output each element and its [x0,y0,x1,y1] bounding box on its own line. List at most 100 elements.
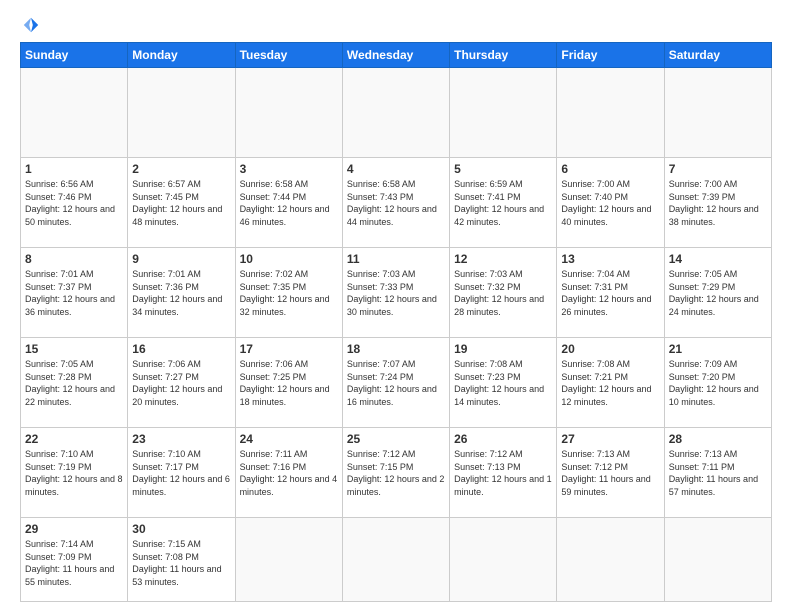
day-number: 26 [454,432,552,446]
table-row: 16 Sunrise: 7:06 AMSunset: 7:27 PMDayligh… [128,338,235,428]
day-number: 6 [561,162,659,176]
cell-daylight-info: Sunrise: 7:00 AMSunset: 7:40 PMDaylight:… [561,178,659,228]
day-number: 16 [132,342,230,356]
day-number: 21 [669,342,767,356]
table-row [235,518,342,602]
table-row: 3 Sunrise: 6:58 AMSunset: 7:44 PMDaylight… [235,158,342,248]
col-wednesday: Wednesday [342,43,449,68]
col-sunday: Sunday [21,43,128,68]
cell-daylight-info: Sunrise: 6:58 AMSunset: 7:43 PMDaylight:… [347,178,445,228]
day-number: 9 [132,252,230,266]
day-number: 11 [347,252,445,266]
header [20,16,772,34]
cell-daylight-info: Sunrise: 7:09 AMSunset: 7:20 PMDaylight:… [669,358,767,408]
table-row: 23 Sunrise: 7:10 AMSunset: 7:17 PMDayligh… [128,428,235,518]
calendar-header-row: Sunday Monday Tuesday Wednesday Thursday… [21,43,772,68]
table-row: 21 Sunrise: 7:09 AMSunset: 7:20 PMDayligh… [664,338,771,428]
table-row: 28 Sunrise: 7:13 AMSunset: 7:11 PMDayligh… [664,428,771,518]
cell-daylight-info: Sunrise: 6:56 AMSunset: 7:46 PMDaylight:… [25,178,123,228]
table-row: 4 Sunrise: 6:58 AMSunset: 7:43 PMDaylight… [342,158,449,248]
day-number: 20 [561,342,659,356]
day-number: 12 [454,252,552,266]
cell-daylight-info: Sunrise: 7:14 AMSunset: 7:09 PMDaylight:… [25,538,123,588]
table-row: 11 Sunrise: 7:03 AMSunset: 7:33 PMDayligh… [342,248,449,338]
table-row: 8 Sunrise: 7:01 AMSunset: 7:37 PMDaylight… [21,248,128,338]
table-row: 18 Sunrise: 7:07 AMSunset: 7:24 PMDayligh… [342,338,449,428]
cell-daylight-info: Sunrise: 7:05 AMSunset: 7:28 PMDaylight:… [25,358,123,408]
table-row [342,68,449,158]
logo-icon [22,16,40,34]
table-row [557,68,664,158]
day-number: 8 [25,252,123,266]
table-row: 7Sunrise: 7:00 AMSunset: 7:39 PMDaylight… [664,158,771,248]
col-monday: Monday [128,43,235,68]
table-row: 19 Sunrise: 7:08 AMSunset: 7:23 PMDayligh… [450,338,557,428]
cell-daylight-info: Sunrise: 6:58 AMSunset: 7:44 PMDaylight:… [240,178,338,228]
cell-daylight-info: Sunrise: 7:03 AMSunset: 7:32 PMDaylight:… [454,268,552,318]
day-number: 17 [240,342,338,356]
col-friday: Friday [557,43,664,68]
cell-daylight-info: Sunrise: 7:00 AMSunset: 7:39 PMDaylight:… [669,178,767,228]
cell-daylight-info: Sunrise: 7:05 AMSunset: 7:29 PMDaylight:… [669,268,767,318]
day-number: 13 [561,252,659,266]
table-row: 13 Sunrise: 7:04 AMSunset: 7:31 PMDayligh… [557,248,664,338]
cell-daylight-info: Sunrise: 7:13 AMSunset: 7:12 PMDaylight:… [561,448,659,498]
cell-daylight-info: Sunrise: 7:07 AMSunset: 7:24 PMDaylight:… [347,358,445,408]
day-number: 25 [347,432,445,446]
cell-daylight-info: Sunrise: 7:06 AMSunset: 7:25 PMDaylight:… [240,358,338,408]
table-row: 24 Sunrise: 7:11 AMSunset: 7:16 PMDayligh… [235,428,342,518]
cell-daylight-info: Sunrise: 7:08 AMSunset: 7:21 PMDaylight:… [561,358,659,408]
cell-daylight-info: Sunrise: 7:03 AMSunset: 7:33 PMDaylight:… [347,268,445,318]
table-row: 5Sunrise: 6:59 AMSunset: 7:41 PMDaylight… [450,158,557,248]
table-row: 17 Sunrise: 7:06 AMSunset: 7:25 PMDayligh… [235,338,342,428]
table-row: 22Sunrise: 7:10 AMSunset: 7:19 PMDayligh… [21,428,128,518]
cell-daylight-info: Sunrise: 7:13 AMSunset: 7:11 PMDaylight:… [669,448,767,498]
table-row: 27Sunrise: 7:13 AMSunset: 7:12 PMDayligh… [557,428,664,518]
day-number: 22 [25,432,123,446]
day-number: 23 [132,432,230,446]
table-row [450,68,557,158]
day-number: 3 [240,162,338,176]
day-number: 10 [240,252,338,266]
cell-daylight-info: Sunrise: 7:01 AMSunset: 7:37 PMDaylight:… [25,268,123,318]
table-row: 25 Sunrise: 7:12 AMSunset: 7:15 PMDayligh… [342,428,449,518]
cell-daylight-info: Sunrise: 7:08 AMSunset: 7:23 PMDaylight:… [454,358,552,408]
col-thursday: Thursday [450,43,557,68]
day-number: 18 [347,342,445,356]
day-number: 29 [25,522,123,536]
table-row [664,518,771,602]
table-row: 29 Sunrise: 7:14 AMSunset: 7:09 PMDayligh… [21,518,128,602]
table-row [450,518,557,602]
cell-daylight-info: Sunrise: 7:12 AMSunset: 7:15 PMDaylight:… [347,448,445,498]
col-tuesday: Tuesday [235,43,342,68]
day-number: 1 [25,162,123,176]
cell-daylight-info: Sunrise: 7:06 AMSunset: 7:27 PMDaylight:… [132,358,230,408]
day-number: 15 [25,342,123,356]
table-row: 2Sunrise: 6:57 AMSunset: 7:45 PMDaylight… [128,158,235,248]
table-row [21,68,128,158]
table-row [235,68,342,158]
day-number: 28 [669,432,767,446]
day-number: 14 [669,252,767,266]
day-number: 24 [240,432,338,446]
table-row: 15 Sunrise: 7:05 AMSunset: 7:28 PMDayligh… [21,338,128,428]
cell-daylight-info: Sunrise: 6:57 AMSunset: 7:45 PMDaylight:… [132,178,230,228]
cell-daylight-info: Sunrise: 7:11 AMSunset: 7:16 PMDaylight:… [240,448,338,498]
day-number: 19 [454,342,552,356]
table-row: 12 Sunrise: 7:03 AMSunset: 7:32 PMDayligh… [450,248,557,338]
table-row: 26Sunrise: 7:12 AMSunset: 7:13 PMDayligh… [450,428,557,518]
calendar-table: Sunday Monday Tuesday Wednesday Thursday… [20,42,772,602]
cell-daylight-info: Sunrise: 7:10 AMSunset: 7:17 PMDaylight:… [132,448,230,498]
table-row: 30Sunrise: 7:15 AMSunset: 7:08 PMDayligh… [128,518,235,602]
logo [20,16,40,34]
cell-daylight-info: Sunrise: 7:15 AMSunset: 7:08 PMDaylight:… [132,538,230,588]
table-row [128,68,235,158]
table-row [664,68,771,158]
cell-daylight-info: Sunrise: 7:04 AMSunset: 7:31 PMDaylight:… [561,268,659,318]
cell-daylight-info: Sunrise: 6:59 AMSunset: 7:41 PMDaylight:… [454,178,552,228]
table-row [557,518,664,602]
day-number: 4 [347,162,445,176]
table-row: 20 Sunrise: 7:08 AMSunset: 7:21 PMDayligh… [557,338,664,428]
col-saturday: Saturday [664,43,771,68]
table-row [342,518,449,602]
